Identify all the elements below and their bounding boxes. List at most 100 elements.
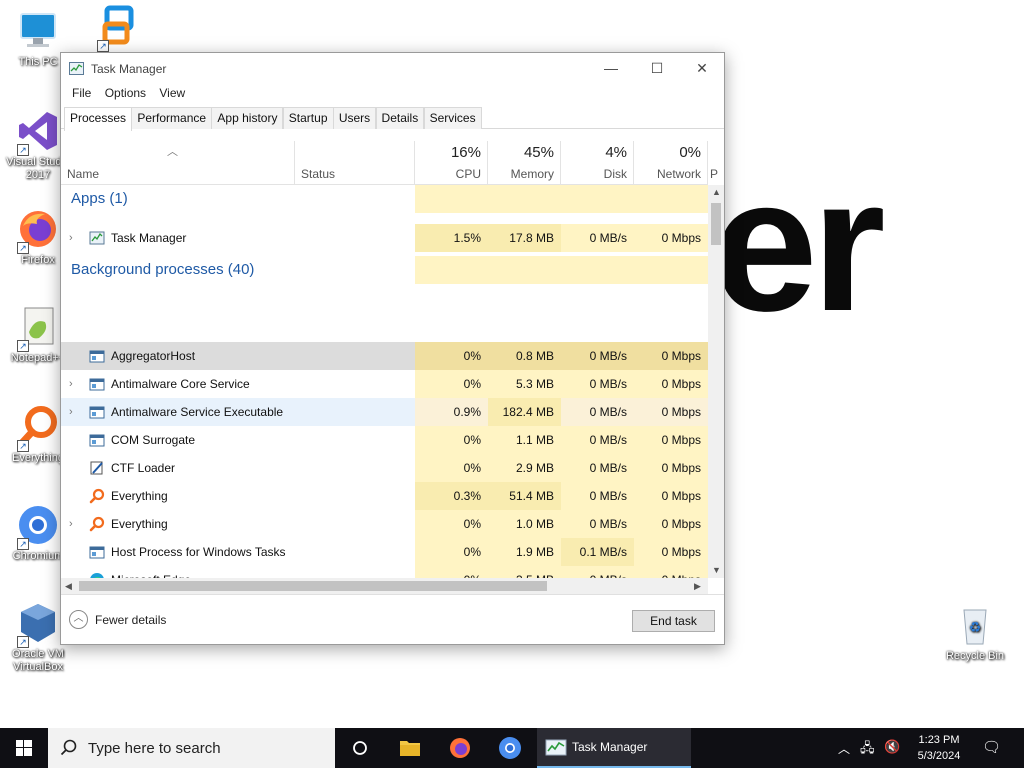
scroll-up-icon[interactable]: ▲: [712, 187, 721, 197]
recycle-bin-icon: ♻: [952, 602, 998, 648]
column-header-status[interactable]: Status: [295, 141, 415, 185]
process-name: Microsoft Edge: [111, 566, 191, 578]
chevron-right-icon[interactable]: ›: [69, 224, 73, 252]
column-header-power-cut[interactable]: P: [708, 141, 724, 185]
process-row[interactable]: Microsoft Edge 0% 3.5 MB 0 MB/s 0 Mbps: [61, 566, 708, 578]
network-icon[interactable]: 🖧: [860, 739, 875, 779]
chromium-icon: [499, 737, 521, 759]
tray-chevron-up-icon[interactable]: ︿: [838, 740, 850, 780]
shortcut-arrow-icon: ↗: [17, 242, 29, 254]
taskbar-file-explorer[interactable]: [386, 728, 434, 768]
process-row[interactable]: COM Surrogate 0% 1.1 MB 0 MB/s 0 Mbps: [61, 426, 708, 454]
end-task-button[interactable]: End task: [632, 610, 715, 632]
desktop-icon-label: Oracle VM VirtualBox: [12, 648, 64, 673]
process-cpu: 0.9%: [415, 398, 488, 426]
process-name: COM Surrogate: [111, 433, 196, 447]
ctf-loader-icon: [89, 460, 105, 476]
tab-processes[interactable]: Processes: [64, 107, 133, 131]
process-cpu: 0%: [415, 510, 488, 538]
menu-file[interactable]: File: [67, 83, 96, 103]
fewer-details-link[interactable]: Fewer details: [95, 613, 166, 627]
horizontal-scrollbar[interactable]: ◀ ▶: [61, 578, 708, 594]
chevron-right-icon[interactable]: ›: [69, 510, 73, 538]
clock[interactable]: 1:23 PM 5/3/2024: [900, 732, 978, 764]
notifications-icon[interactable]: 🗨: [982, 738, 1001, 778]
process-disk: 0 MB/s: [561, 426, 634, 454]
process-row[interactable]: Everything 0.3% 51.4 MB 0 MB/s 0 Mbps: [61, 482, 708, 510]
column-header-name[interactable]: Name: [61, 141, 295, 185]
svg-text:♻: ♻: [969, 620, 982, 636]
title-bar[interactable]: Task Manager — ☐ ✕: [61, 53, 724, 83]
tab-users[interactable]: Users: [332, 107, 377, 129]
column-disk-label: Disk: [603, 167, 627, 181]
chevron-up-circle-icon[interactable]: ︿: [69, 610, 88, 629]
process-row[interactable]: Host Process for Windows Tasks 0% 1.9 MB…: [61, 538, 708, 566]
menu-view[interactable]: View: [154, 83, 190, 103]
taskbar-firefox[interactable]: [436, 728, 484, 768]
volume-muted-icon[interactable]: 🔇: [884, 739, 900, 779]
process-disk: 0 MB/s: [561, 342, 634, 370]
firefox-icon: ↗: [15, 206, 61, 254]
scroll-down-icon[interactable]: ▼: [712, 565, 721, 575]
tab-details[interactable]: Details: [375, 107, 425, 129]
column-header-disk[interactable]: 4% Disk: [561, 141, 634, 185]
process-memory: 0.8 MB: [488, 342, 561, 370]
start-button[interactable]: [0, 728, 48, 768]
shortcut-arrow-icon: ↗: [17, 144, 29, 156]
process-cpu: 0%: [415, 342, 488, 370]
process-row[interactable]: › Antimalware Service Executable 0.9% 18…: [61, 398, 708, 426]
everything-magnifier-icon: ↗: [15, 404, 61, 452]
process-row[interactable]: › Antimalware Core Service 0% 5.3 MB 0 M…: [61, 370, 708, 398]
desktop-icon-recycle-bin[interactable]: ♻ Recycle Bin: [939, 602, 1011, 663]
service-window-icon: [89, 348, 105, 364]
footer-bar: ︿ Fewer details End task: [61, 594, 724, 644]
maximize-button[interactable]: ☐: [634, 53, 680, 83]
virtualbox-icon: ↗: [15, 600, 61, 648]
vertical-scrollbar[interactable]: ▲ ▼: [708, 185, 724, 578]
group-apps-label: Apps (1): [71, 190, 128, 207]
column-header-cpu[interactable]: 16% CPU: [415, 141, 488, 185]
taskbar-task-manager[interactable]: Task Manager: [537, 728, 691, 768]
service-window-icon: [89, 376, 105, 392]
shortcut-arrow-icon: ↗: [17, 340, 29, 352]
minimize-button[interactable]: —: [588, 53, 634, 83]
scroll-left-icon[interactable]: ◀: [65, 581, 72, 592]
tab-performance[interactable]: Performance: [131, 107, 213, 129]
scroll-right-icon[interactable]: ▶: [694, 581, 701, 592]
group-header-apps: Apps (1): [61, 185, 708, 213]
desktop-icon-app[interactable]: ↗: [82, 4, 154, 52]
taskbar-chromium[interactable]: [486, 728, 534, 768]
column-header-network[interactable]: 0% Network: [634, 141, 708, 185]
vertical-scroll-thumb[interactable]: [711, 203, 721, 245]
everything-magnifier-icon: [89, 488, 105, 504]
process-row[interactable]: AggregatorHost 0% 0.8 MB 0 MB/s 0 Mbps: [61, 342, 708, 370]
task-manager-icon: [89, 230, 105, 246]
process-row[interactable]: › Everything 0% 1.0 MB 0 MB/s 0 Mbps: [61, 510, 708, 538]
tab-app-history[interactable]: App history: [211, 107, 284, 129]
tab-startup[interactable]: Startup: [282, 107, 334, 129]
shortcut-arrow-icon: ↗: [17, 440, 29, 452]
process-disk: 0 MB/s: [561, 224, 634, 252]
tab-strip: Processes Performance App history Startu…: [61, 104, 724, 131]
column-cut-label: P: [710, 167, 719, 181]
tab-services[interactable]: Services: [423, 107, 482, 129]
column-status-label: Status: [301, 167, 336, 181]
close-button[interactable]: ✕: [679, 53, 725, 83]
column-header-memory[interactable]: 45% Memory: [488, 141, 561, 185]
process-row[interactable]: › Task Manager 1.5% 17.8 MB 0 MB/s 0 Mbp…: [61, 224, 708, 252]
service-window-icon: [89, 544, 105, 560]
task-view-button[interactable]: [336, 728, 384, 768]
memory-total-percent: 45%: [523, 144, 554, 161]
window-title: Task Manager: [91, 62, 167, 76]
process-row[interactable]: CTF Loader 0% 2.9 MB 0 MB/s 0 Mbps: [61, 454, 708, 482]
menu-options[interactable]: Options: [100, 83, 151, 103]
process-cpu: 0%: [415, 538, 488, 566]
process-name: Everything: [111, 489, 168, 503]
process-memory: 1.9 MB: [488, 538, 561, 566]
taskbar-search-box[interactable]: Type here to search: [48, 728, 335, 768]
visual-studio-icon: ↗: [15, 108, 61, 156]
horizontal-scroll-thumb[interactable]: [79, 581, 547, 591]
chevron-right-icon[interactable]: ›: [69, 398, 73, 426]
chevron-right-icon[interactable]: ›: [69, 370, 73, 398]
process-cpu: 0%: [415, 454, 488, 482]
